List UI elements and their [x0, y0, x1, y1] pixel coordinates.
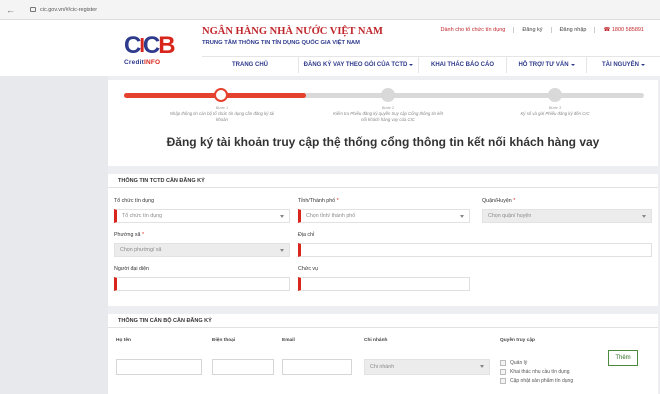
url-text[interactable]: cic.gov.vn/#/cic-register: [40, 7, 97, 13]
nav-khai-thac[interactable]: KHAI THÁC BÁO CÁO: [418, 57, 506, 73]
col-chi-nhanh: Chi nhánh: [364, 338, 388, 343]
col-quyen: Quyền truy cập: [500, 338, 535, 343]
nav-ho-tro[interactable]: HỖ TRỢ/ TƯ VẤN: [506, 57, 586, 73]
email-input[interactable]: [282, 359, 352, 375]
step-2-text: Bước 2 Kiểm tra Phiếu đăng ký quyền truy…: [333, 106, 443, 122]
back-arrow-icon[interactable]: ←: [6, 5, 16, 15]
login-link[interactable]: Đăng nhập: [552, 27, 596, 33]
phuong-select[interactable]: Chọn phường/ xã: [114, 243, 290, 257]
dia-chi-input[interactable]: [298, 243, 652, 257]
tctd-info-section: THÔNG TIN TCTD CẦN ĐĂNG KÝ Tổ chức tín d…: [108, 174, 658, 306]
chevron-down-icon: [480, 365, 484, 368]
col-email: Email: [282, 338, 295, 343]
chevron-down-icon: [460, 215, 464, 218]
nav-home[interactable]: TRANG CHỦ: [202, 57, 298, 73]
main-nav: TRANG CHỦ ĐĂNG KÝ VAY THEO GÓI CỦA TCTD …: [202, 56, 660, 73]
chuc-vu-label: Chức vụ: [298, 266, 319, 272]
tctd-link[interactable]: Dành cho tổ chức tín dụng: [433, 27, 515, 33]
chevron-down-icon: [570, 64, 575, 66]
left-sidebar-background: [0, 76, 108, 394]
section-title: THÔNG TIN TCTD CẦN ĐĂNG KÝ: [108, 174, 658, 188]
site-header: CICB CreditINFO NGÂN HÀNG NHÀ NƯỚC VIỆT …: [0, 20, 660, 76]
to-chuc-select[interactable]: Tổ chức tín dụng: [114, 209, 290, 223]
add-staff-button[interactable]: Thêm: [608, 350, 638, 366]
registration-stepper: Bước 1 Nhập thông tin cán bộ tổ chức tín…: [108, 80, 658, 166]
step-1-dot: [214, 88, 228, 102]
page-title: Đăng ký tài khoản truy cập thệ thống cổn…: [166, 135, 600, 149]
col-dien-thoai: Điện thoại: [212, 338, 236, 343]
bank-name: NGÂN HÀNG NHÀ NƯỚC VIỆT NAM: [202, 26, 383, 37]
step-2-dot: [381, 88, 395, 102]
step-1-text: Bước 1 Nhập thông tin cán bộ tổ chức tín…: [169, 106, 275, 122]
hotline-link[interactable]: ☎ 1800 585891: [595, 27, 652, 33]
bank-subtitle: TRUNG TÂM THÔNG TIN TÍN DỤNG QUỐC GIA VI…: [202, 40, 360, 46]
chevron-down-icon: [280, 249, 284, 252]
dien-thoai-input[interactable]: [212, 359, 274, 375]
permission-quan-ly[interactable]: Quản lý: [500, 360, 527, 366]
chevron-down-icon: [642, 215, 646, 218]
cicb-logo[interactable]: CICB CreditINFO: [124, 34, 176, 72]
nguoi-dai-dien-label: Người đại diện: [114, 266, 149, 272]
quan-select[interactable]: Chọn quận/ huyện: [482, 209, 652, 223]
chuc-vu-input[interactable]: [298, 277, 470, 291]
step-3-text: Bước 3 Ký số và gửi Phiếu đăng ký đến CI…: [520, 106, 590, 116]
top-links: Dành cho tổ chức tín dụng Đăng ký Đăng n…: [433, 27, 652, 33]
checkbox[interactable]: [500, 360, 506, 366]
checkbox[interactable]: [500, 369, 506, 375]
nav-dang-ky-vay[interactable]: ĐĂNG KÝ VAY THEO GÓI CỦA TCTD: [298, 57, 418, 73]
ho-ten-input[interactable]: [116, 359, 202, 375]
chevron-down-icon: [641, 64, 645, 66]
browser-address-bar: ← cic.gov.vn/#/cic-register: [0, 0, 660, 20]
to-chuc-label: Tổ chức tín dụng: [114, 198, 155, 204]
nguoi-dai-dien-input[interactable]: [114, 277, 290, 291]
col-ho-ten: Họ tên: [116, 338, 131, 343]
quan-label: Quận/Huyện *: [482, 198, 516, 204]
register-link[interactable]: Đăng ký: [514, 27, 552, 33]
phuong-label: Phường xã *: [114, 232, 145, 238]
checkbox[interactable]: [500, 378, 506, 384]
chevron-down-icon: [280, 215, 284, 218]
nav-tai-nguyen[interactable]: TÀI NGUYÊN: [586, 57, 660, 73]
staff-info-section: THÔNG TIN CÁN BỘ CẦN ĐĂNG KÝ Họ tên Điện…: [108, 314, 658, 394]
permission-khai-thac[interactable]: Khai thác nhu cầu tín dụng: [500, 369, 570, 375]
chi-nhanh-select[interactable]: Chi nhánh: [364, 359, 490, 375]
tinh-label: Tỉnh/Thành phố *: [298, 198, 339, 204]
step-3-dot: [548, 88, 562, 102]
lock-icon: [30, 7, 36, 12]
dia-chi-label: Địa chỉ: [298, 232, 315, 238]
tinh-select[interactable]: Chọn tỉnh/ thành phố: [298, 209, 470, 223]
section-title: THÔNG TIN CÁN BỘ CẦN ĐĂNG KÝ: [108, 314, 658, 328]
phone-icon: ☎: [603, 27, 612, 33]
permission-cap-nhat[interactable]: Cập nhật sản phẩm tín dụng: [500, 378, 573, 384]
chevron-down-icon: [409, 64, 414, 66]
